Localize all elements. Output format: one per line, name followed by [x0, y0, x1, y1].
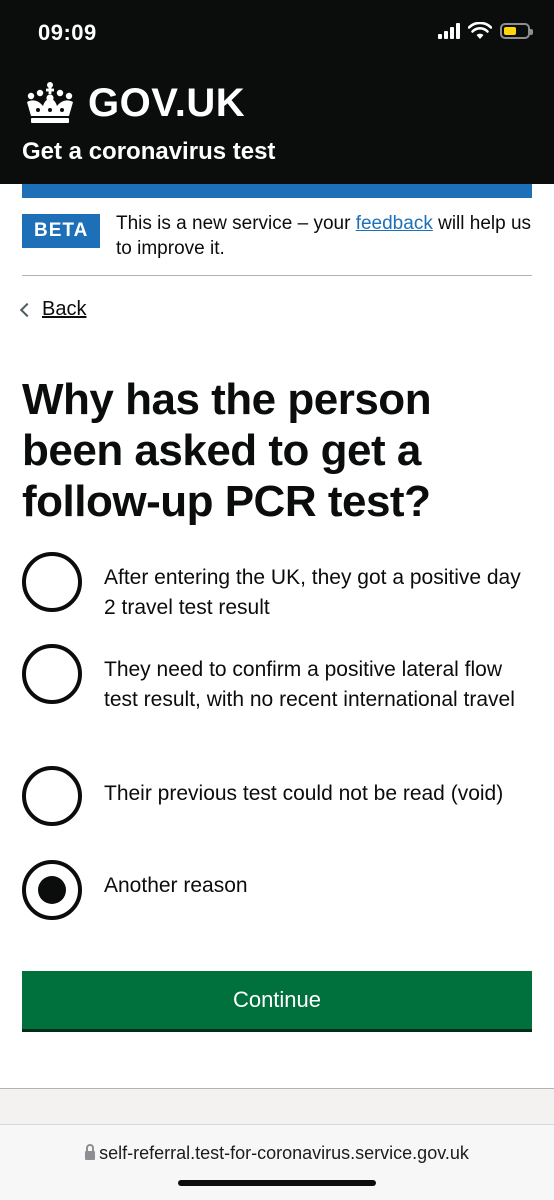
back-link[interactable]: Back: [19, 298, 87, 321]
status-time: 09:09: [38, 20, 97, 45]
radio-button[interactable]: [22, 552, 82, 612]
phase-text-before: This is a new service – your: [116, 213, 356, 234]
crown-icon: [27, 82, 73, 123]
govuk-brand: GOV.UK: [88, 80, 246, 125]
url-text[interactable]: self-referral.test-for-coronavirus.servi…: [99, 1143, 469, 1164]
govuk-header: GOV.UK Get a coronavirus test: [0, 64, 554, 184]
govuk-logo-link[interactable]: GOV.UK: [22, 80, 245, 126]
page-heading: Why has the person been asked to get a f…: [22, 375, 432, 527]
radio-label[interactable]: After entering the UK, they got a positi…: [104, 563, 524, 623]
url-row[interactable]: self-referral.test-for-coronavirus.servi…: [0, 1143, 554, 1164]
radio-label[interactable]: They need to confirm a positive lateral …: [104, 655, 524, 715]
battery-low-icon: [500, 23, 533, 39]
lock-icon: [85, 1143, 96, 1161]
feedback-link[interactable]: feedback: [356, 213, 433, 234]
back-label: Back: [42, 298, 87, 320]
phase-banner-text: This is a new service – your feedback wi…: [116, 212, 532, 261]
continue-button[interactable]: Continue: [22, 971, 532, 1029]
browser-address-bar[interactable]: self-referral.test-for-coronavirus.servi…: [0, 1124, 554, 1200]
service-name-link[interactable]: Get a coronavirus test: [22, 138, 275, 166]
radio-label[interactable]: Their previous test could not be read (v…: [104, 779, 524, 809]
radio-button[interactable]: [22, 644, 82, 704]
home-indicator[interactable]: [178, 1180, 376, 1186]
radio-label[interactable]: Another reason: [104, 871, 524, 901]
wifi-icon: [468, 22, 492, 39]
phase-banner: BETA This is a new service – your feedba…: [22, 212, 532, 276]
radio-button-selected[interactable]: [22, 860, 82, 920]
page-footer: [0, 1088, 554, 1124]
status-icons: [438, 22, 533, 40]
status-bar: 09:09: [0, 0, 554, 64]
chevron-left-icon: [19, 302, 35, 317]
cellular-signal-icon: [438, 23, 460, 39]
beta-tag: BETA: [22, 214, 101, 248]
radio-button[interactable]: [22, 766, 82, 826]
header-accent-bar: [22, 184, 532, 198]
